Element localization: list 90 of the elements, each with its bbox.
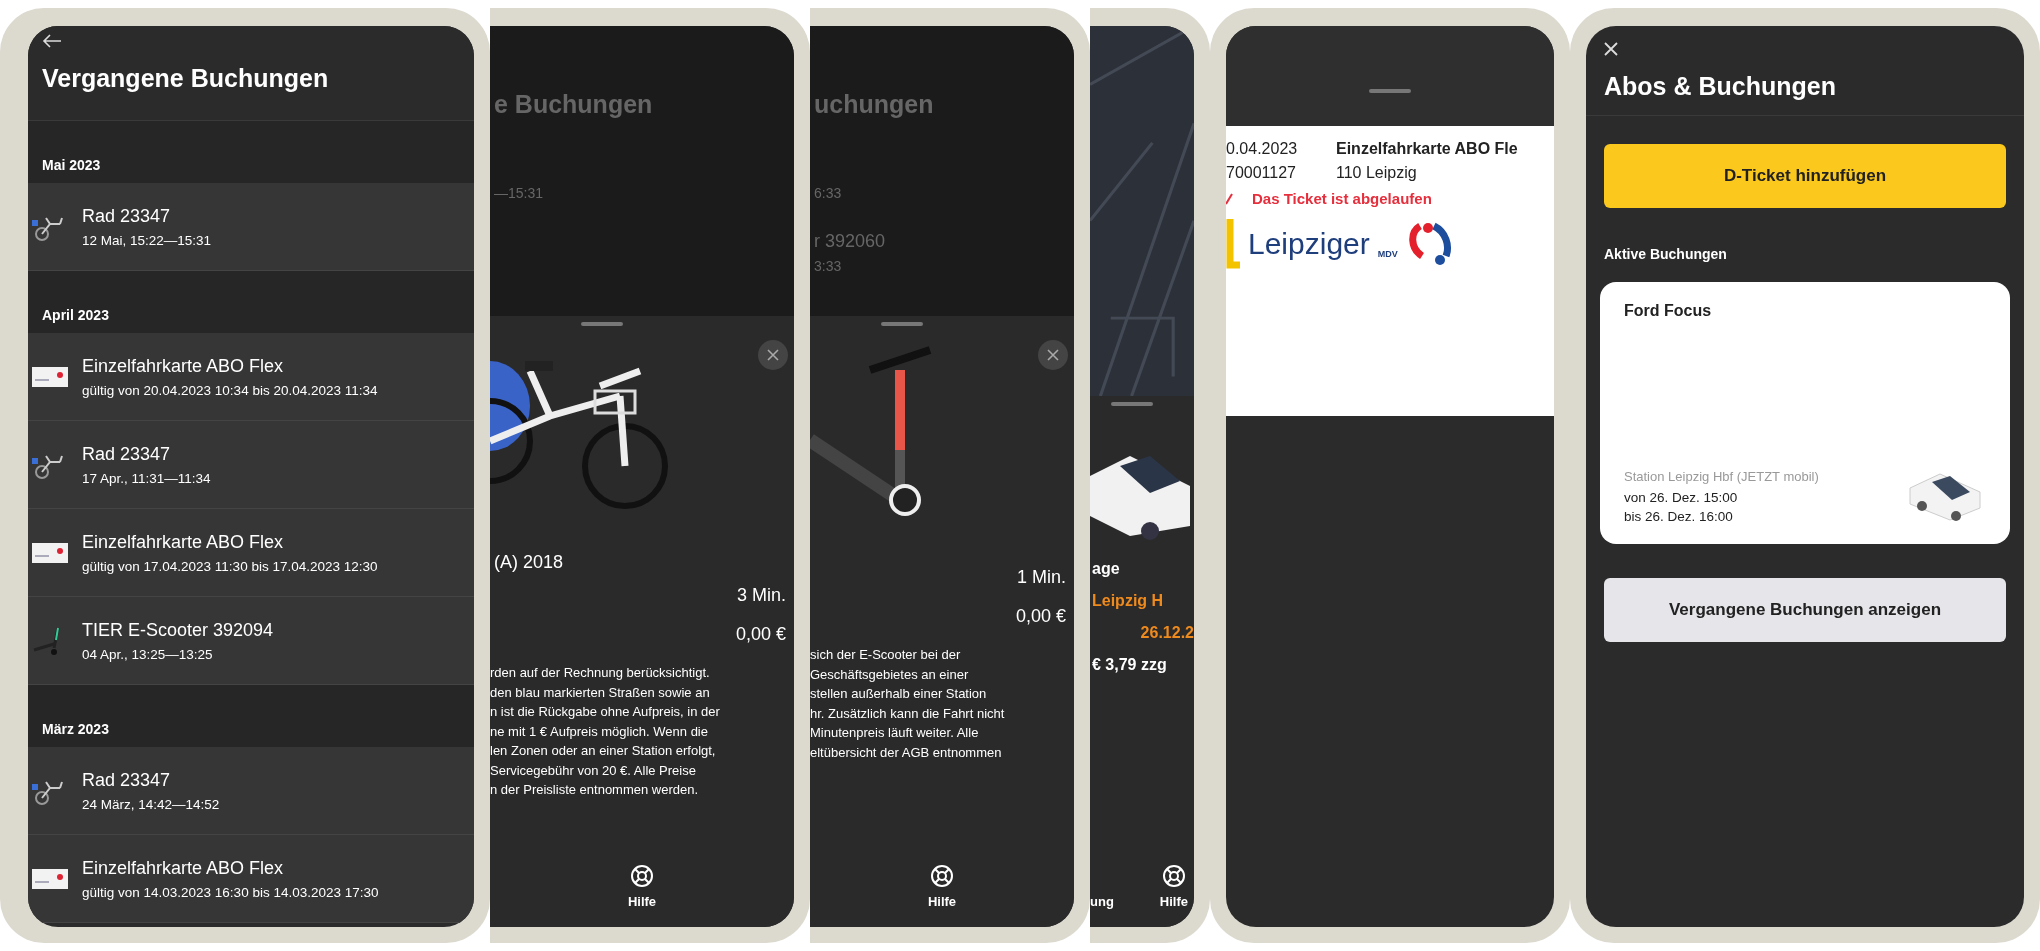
- pricing-text: rden auf der Rechnung berücksichtigt.: [490, 664, 710, 682]
- booking-time: 12 Mai, 15:22—15:31: [82, 232, 212, 248]
- pricing-text: stellen außerhalb einer Station: [810, 685, 987, 703]
- close-icon[interactable]: [1604, 42, 1618, 56]
- booking-title: Rad 23347: [82, 769, 171, 791]
- screen-title: Vergangene Buchungen: [42, 64, 329, 93]
- booking-time: gültig von 20.04.2023 10:34 bis 20.04.2023 11:34: [82, 382, 378, 398]
- drag-handle[interactable]: [581, 322, 623, 326]
- booking-text: 3:33: [814, 258, 842, 274]
- screen-title: e Buchungen: [494, 90, 653, 119]
- pricing-text: Geschäftsgebietes an einer: [810, 665, 969, 684]
- screen-title: Abos & Buchungen: [1604, 72, 1836, 101]
- price-value: 0,00 €: [1015, 606, 1066, 627]
- close-icon: [1047, 349, 1059, 361]
- pricing-text: Minutenpreis läuft weiter. Alle: [810, 724, 979, 742]
- booking-date: 26.12.2: [1140, 624, 1194, 642]
- price-value: 0,00 €: [735, 624, 786, 645]
- vehicle-model-text: (A) 2018: [494, 552, 564, 573]
- station-name: Leipzig H: [1092, 592, 1164, 610]
- pricing-text: eltübersicht der AGB entnommen: [810, 743, 1002, 762]
- month-header: April 2023: [28, 271, 474, 333]
- expired-warning: Das Ticket ist abgelaufen: [1252, 190, 1432, 207]
- ticket-product: Einzelfahrkarte ABO Fle: [1336, 140, 1518, 158]
- l-mark-icon: [1226, 219, 1240, 269]
- label-text: age: [1092, 560, 1120, 578]
- booking-title: Einzelfahrkarte ABO Flex: [82, 355, 284, 377]
- screen-title: uchungen: [814, 90, 934, 119]
- booking-title: Einzelfahrkarte ABO Flex: [82, 531, 284, 553]
- pricing-text: hr. Zusätzlich kann die Fahrt nicht: [810, 704, 1005, 723]
- close-button[interactable]: [1038, 340, 1068, 370]
- logo-subtext: MDV: [1377, 249, 1398, 259]
- ticket-icon: [32, 366, 68, 387]
- pricing-text: len Zonen oder an einer Station erfolgt,: [490, 742, 716, 760]
- duration-value: 1 Min.: [1016, 567, 1066, 588]
- booking-title: Rad 23347: [82, 443, 171, 465]
- pricing-text: Servicegebühr von 20 €. Alle Preise: [490, 761, 696, 780]
- booking-time: gültig von 17.04.2023 11:30 bis 17.04.2023 12:30: [82, 558, 378, 574]
- pricing-text: n ist die Rückgabe ohne Aufpreis, in der: [490, 703, 720, 721]
- ticket-zone: 110 Leipzig: [1336, 164, 1417, 182]
- booking-title: Rad 23347: [82, 205, 171, 227]
- booking-time: 24 März, 14:42—14:52: [82, 796, 220, 812]
- booking-row[interactable]: Rad 23347 24 März, 14:42—14:52: [28, 747, 474, 835]
- drag-handle[interactable]: [1369, 89, 1411, 93]
- booking-text: 6:33: [814, 185, 842, 201]
- pricing-text: sich der E-Scooter bei der: [810, 646, 961, 664]
- pricing-text: ne mit 1 € Aufpreis möglich. Wenn die: [490, 722, 708, 741]
- lifebuoy-icon: [1161, 864, 1186, 888]
- booking-time: 04 Apr., 13:25—13:25: [82, 646, 213, 662]
- ticket-number: 70001127: [1226, 164, 1296, 182]
- ticket-icon: [32, 542, 68, 563]
- help-tab[interactable]: Hilfe: [1159, 864, 1188, 909]
- nav-tab[interactable]: ung: [1090, 864, 1114, 909]
- booking-time: gültig von 14.03.2023 16:30 bis 14.03.2023 17:30: [82, 884, 379, 900]
- booking-row[interactable]: Einzelfahrkarte ABO Flex gültig von 14.03.2023 16:30 bis 14.03.2023 17:30: [28, 835, 474, 923]
- add-ticket-button[interactable]: D-Ticket hinzufügen: [1604, 144, 2006, 208]
- help-tab[interactable]: Hilfe: [927, 864, 957, 909]
- drag-handle[interactable]: [881, 322, 923, 326]
- pricing-text: n der Preisliste entnommen werden.: [490, 781, 699, 799]
- lifebuoy-icon: [930, 864, 954, 888]
- month-header: März 2023: [28, 685, 474, 747]
- logo-text: Leipziger: [1248, 227, 1370, 261]
- booking-row[interactable]: Rad 23347 17 Apr., 11:31—11:34: [28, 421, 474, 509]
- help-tab[interactable]: Hilfe: [627, 864, 657, 909]
- section-header: Aktive Buchungen: [1604, 246, 1727, 262]
- booking-card[interactable]: Ford Focus Station Leipzig Hbf (JETZT mobil) von 26. Dez. 15:00 bis 26. Dez. 16:00: [1600, 282, 2010, 544]
- month-header: Mai 2023: [28, 121, 474, 183]
- booking-row[interactable]: Einzelfahrkarte ABO Flex gültig von 20.04.2023 10:34 bis 20.04.2023 11:34: [28, 333, 474, 421]
- booking-title: Einzelfahrkarte ABO Flex: [82, 857, 284, 879]
- station-name: Station Leipzig Hbf (JETZT mobil): [1624, 469, 1819, 484]
- duration-value: 3 Min.: [736, 585, 786, 606]
- close-button[interactable]: [758, 340, 788, 370]
- booking-row[interactable]: Rad 23347 12 Mai, 15:22—15:31: [28, 183, 474, 271]
- price-text: € 3,79 zzg: [1092, 656, 1167, 674]
- booking-start: von 26. Dez. 15:00: [1624, 490, 1739, 505]
- booking-time: —15:31: [494, 185, 544, 201]
- ticket-icon: [32, 868, 68, 889]
- booking-end: bis 26. Dez. 16:00: [1624, 509, 1734, 524]
- lifebuoy-icon: [630, 864, 654, 888]
- booking-time: 17 Apr., 11:31—11:34: [82, 470, 211, 486]
- drag-handle[interactable]: [1111, 402, 1153, 406]
- booking-text: r 392060: [814, 231, 886, 252]
- booking-title: TIER E-Scooter 392094: [82, 619, 274, 641]
- booking-row[interactable]: Einzelfahrkarte ABO Flex gültig von 17.04.2023 11:30 bis 17.04.2023 12:30: [28, 509, 474, 597]
- pricing-text: den blau markierten Straßen sowie an: [490, 683, 710, 702]
- back-arrow-icon[interactable]: [42, 34, 62, 48]
- booking-title: Ford Focus: [1624, 302, 1712, 320]
- booking-row[interactable]: TIER E-Scooter 392094 04 Apr., 13:25—13:25: [28, 597, 474, 685]
- ticket-date: 0.04.2023: [1226, 140, 1298, 158]
- close-icon: [767, 349, 779, 361]
- past-bookings-button[interactable]: Vergangene Buchungen anzeigen: [1604, 578, 2006, 642]
